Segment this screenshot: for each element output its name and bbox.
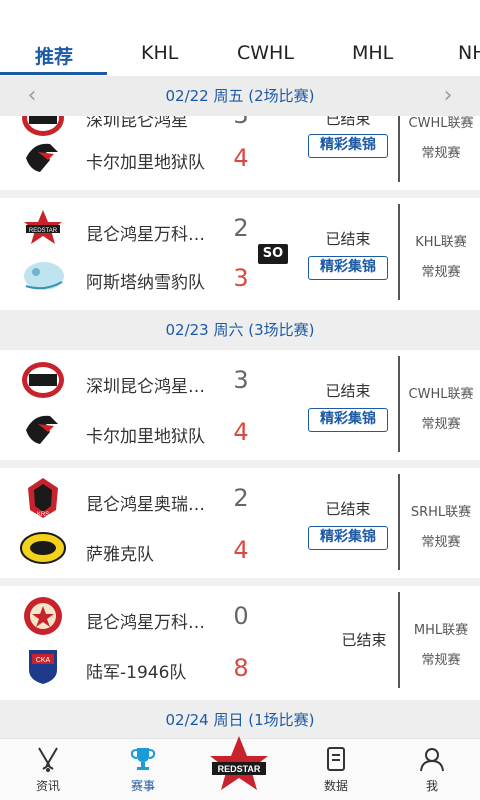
league-label: SRHL联赛: [410, 505, 472, 520]
tab-mhl[interactable]: MHL: [352, 42, 393, 64]
nav-data[interactable]: 数据: [306, 745, 366, 794]
stage-label: 常规赛: [421, 653, 461, 668]
document-icon: [327, 747, 345, 771]
home-team-name: 深圳昆仑鸿星…: [86, 377, 205, 397]
svg-text:CKA: CKA: [36, 657, 51, 664]
svg-text:REDSTAR: REDSTAR: [29, 228, 58, 234]
nav-news[interactable]: 资讯: [18, 745, 78, 794]
inferno-logo: [20, 410, 66, 450]
match-card[interactable]: 昆仑鸿星万科… 0 CKA 陆军-1946队 8 已结束 MHL联赛 常规赛: [0, 586, 480, 696]
away-team-name: 萨雅克队: [86, 545, 154, 565]
separator: [0, 578, 480, 586]
nav-me[interactable]: 我: [402, 745, 462, 794]
user-icon: [420, 748, 444, 772]
active-tab-indicator: [0, 72, 107, 75]
snow-leopards-logo: [20, 256, 66, 296]
stage-label: 常规赛: [421, 265, 461, 280]
divider: [398, 356, 400, 452]
date-label: 02/24 周日 (1场比赛): [165, 711, 315, 729]
divider: [398, 204, 400, 300]
sayak-logo: [20, 528, 66, 568]
home-score: 0: [233, 602, 249, 630]
nav-events-label: 赛事: [130, 779, 155, 793]
trophy-icon: [130, 748, 156, 770]
stage-label: 常规赛: [421, 535, 461, 550]
center-logo-text: REDSTAR: [218, 764, 261, 774]
away-score: 8: [233, 654, 249, 682]
krs-org-logo: KRS: [20, 476, 66, 520]
chevron-right-icon[interactable]: ›: [436, 76, 460, 116]
cska-logo: CKA: [20, 646, 66, 686]
away-score: 4: [233, 144, 249, 172]
nav-data-label: 数据: [323, 779, 348, 793]
hockey-sticks-icon: [38, 747, 58, 772]
highlights-button[interactable]: 精彩集锦: [308, 256, 388, 280]
away-team-name: 卡尔加里地狱队: [86, 427, 205, 447]
nav-news-label: 资讯: [35, 779, 60, 793]
home-team-name: 昆仑鸿星万科…: [86, 225, 205, 245]
svg-text:KRS: KRS: [37, 512, 49, 518]
home-team-name: 昆仑鸿星万科…: [86, 613, 205, 633]
league-tab-bar: 推荐 KHL CWHL MHL NHL: [0, 0, 480, 76]
tab-cwhl[interactable]: CWHL: [237, 42, 294, 64]
nav-events[interactable]: 赛事: [113, 745, 173, 794]
away-team-name: 卡尔加里地狱队: [86, 153, 205, 173]
league-label: MHL联赛: [413, 623, 469, 638]
app-screen: 推荐 KHL CWHL MHL NHL 深圳昆仑鸿星 3 卡尔加里地狱队 4 已…: [0, 0, 480, 800]
match-card[interactable]: 深圳昆仑鸿星… 3 卡尔加里地狱队 4 已结束 精彩集锦 CWHL联赛 常规赛: [0, 350, 480, 460]
away-score: 3: [233, 264, 249, 292]
home-score: 3: [233, 366, 249, 394]
home-score: 2: [233, 214, 249, 242]
divider: [398, 474, 400, 570]
stage-label: 常规赛: [421, 417, 461, 432]
match-status: 已结束: [341, 631, 387, 649]
match-card[interactable]: REDSTAR 昆仑鸿星万科… 2 SO 阿斯塔纳雪豹队 3 已结束 精彩集锦 …: [0, 198, 480, 308]
separator: [0, 460, 480, 468]
match-status: 已结束: [325, 500, 371, 518]
match-status: 已结束: [325, 230, 371, 248]
match-card[interactable]: KRS 昆仑鸿星奥瑞… 2 萨雅克队 4 已结束 精彩集锦 SRHL联赛 常规赛: [0, 468, 480, 578]
away-team-name: 阿斯塔纳雪豹队: [86, 273, 205, 293]
date-header-0222: ‹ 02/22 周五 (2场比赛) ›: [0, 76, 480, 116]
date-label: 02/23 周六 (3场比赛): [165, 321, 315, 339]
date-header-0223: 02/23 周六 (3场比赛): [0, 310, 480, 350]
home-score: 2: [233, 484, 249, 512]
redstar-logo: REDSTAR: [20, 208, 66, 248]
tab-nhl[interactable]: NHL: [458, 42, 480, 64]
highlights-button[interactable]: 精彩集锦: [308, 408, 388, 432]
stage-label: 常规赛: [421, 146, 461, 161]
highlights-button[interactable]: 精彩集锦: [308, 526, 388, 550]
highlights-button[interactable]: 精彩集锦: [308, 134, 388, 158]
vanke-rays-logo: [20, 360, 66, 400]
league-label: CWHL联赛: [408, 387, 474, 402]
tab-khl[interactable]: KHL: [141, 42, 178, 64]
red-star-junior-logo: [20, 596, 66, 636]
tab-recommended[interactable]: 推荐: [35, 42, 73, 69]
separator: [0, 190, 480, 198]
nav-me-label: 我: [425, 779, 438, 793]
away-team-name: 陆军-1946队: [86, 663, 187, 683]
shootout-badge: SO: [258, 244, 288, 264]
league-label: KHL联赛: [415, 235, 467, 250]
match-status: 已结束: [325, 382, 371, 400]
away-score: 4: [233, 536, 249, 564]
divider: [398, 592, 400, 688]
home-team-name: 昆仑鸿星奥瑞…: [86, 495, 205, 515]
date-label: 02/22 周五 (2场比赛): [165, 87, 315, 105]
inferno-logo: [20, 138, 66, 178]
away-score: 4: [233, 418, 249, 446]
redstar-home-logo[interactable]: REDSTAR: [206, 734, 272, 800]
chevron-left-icon[interactable]: ‹: [20, 76, 44, 116]
